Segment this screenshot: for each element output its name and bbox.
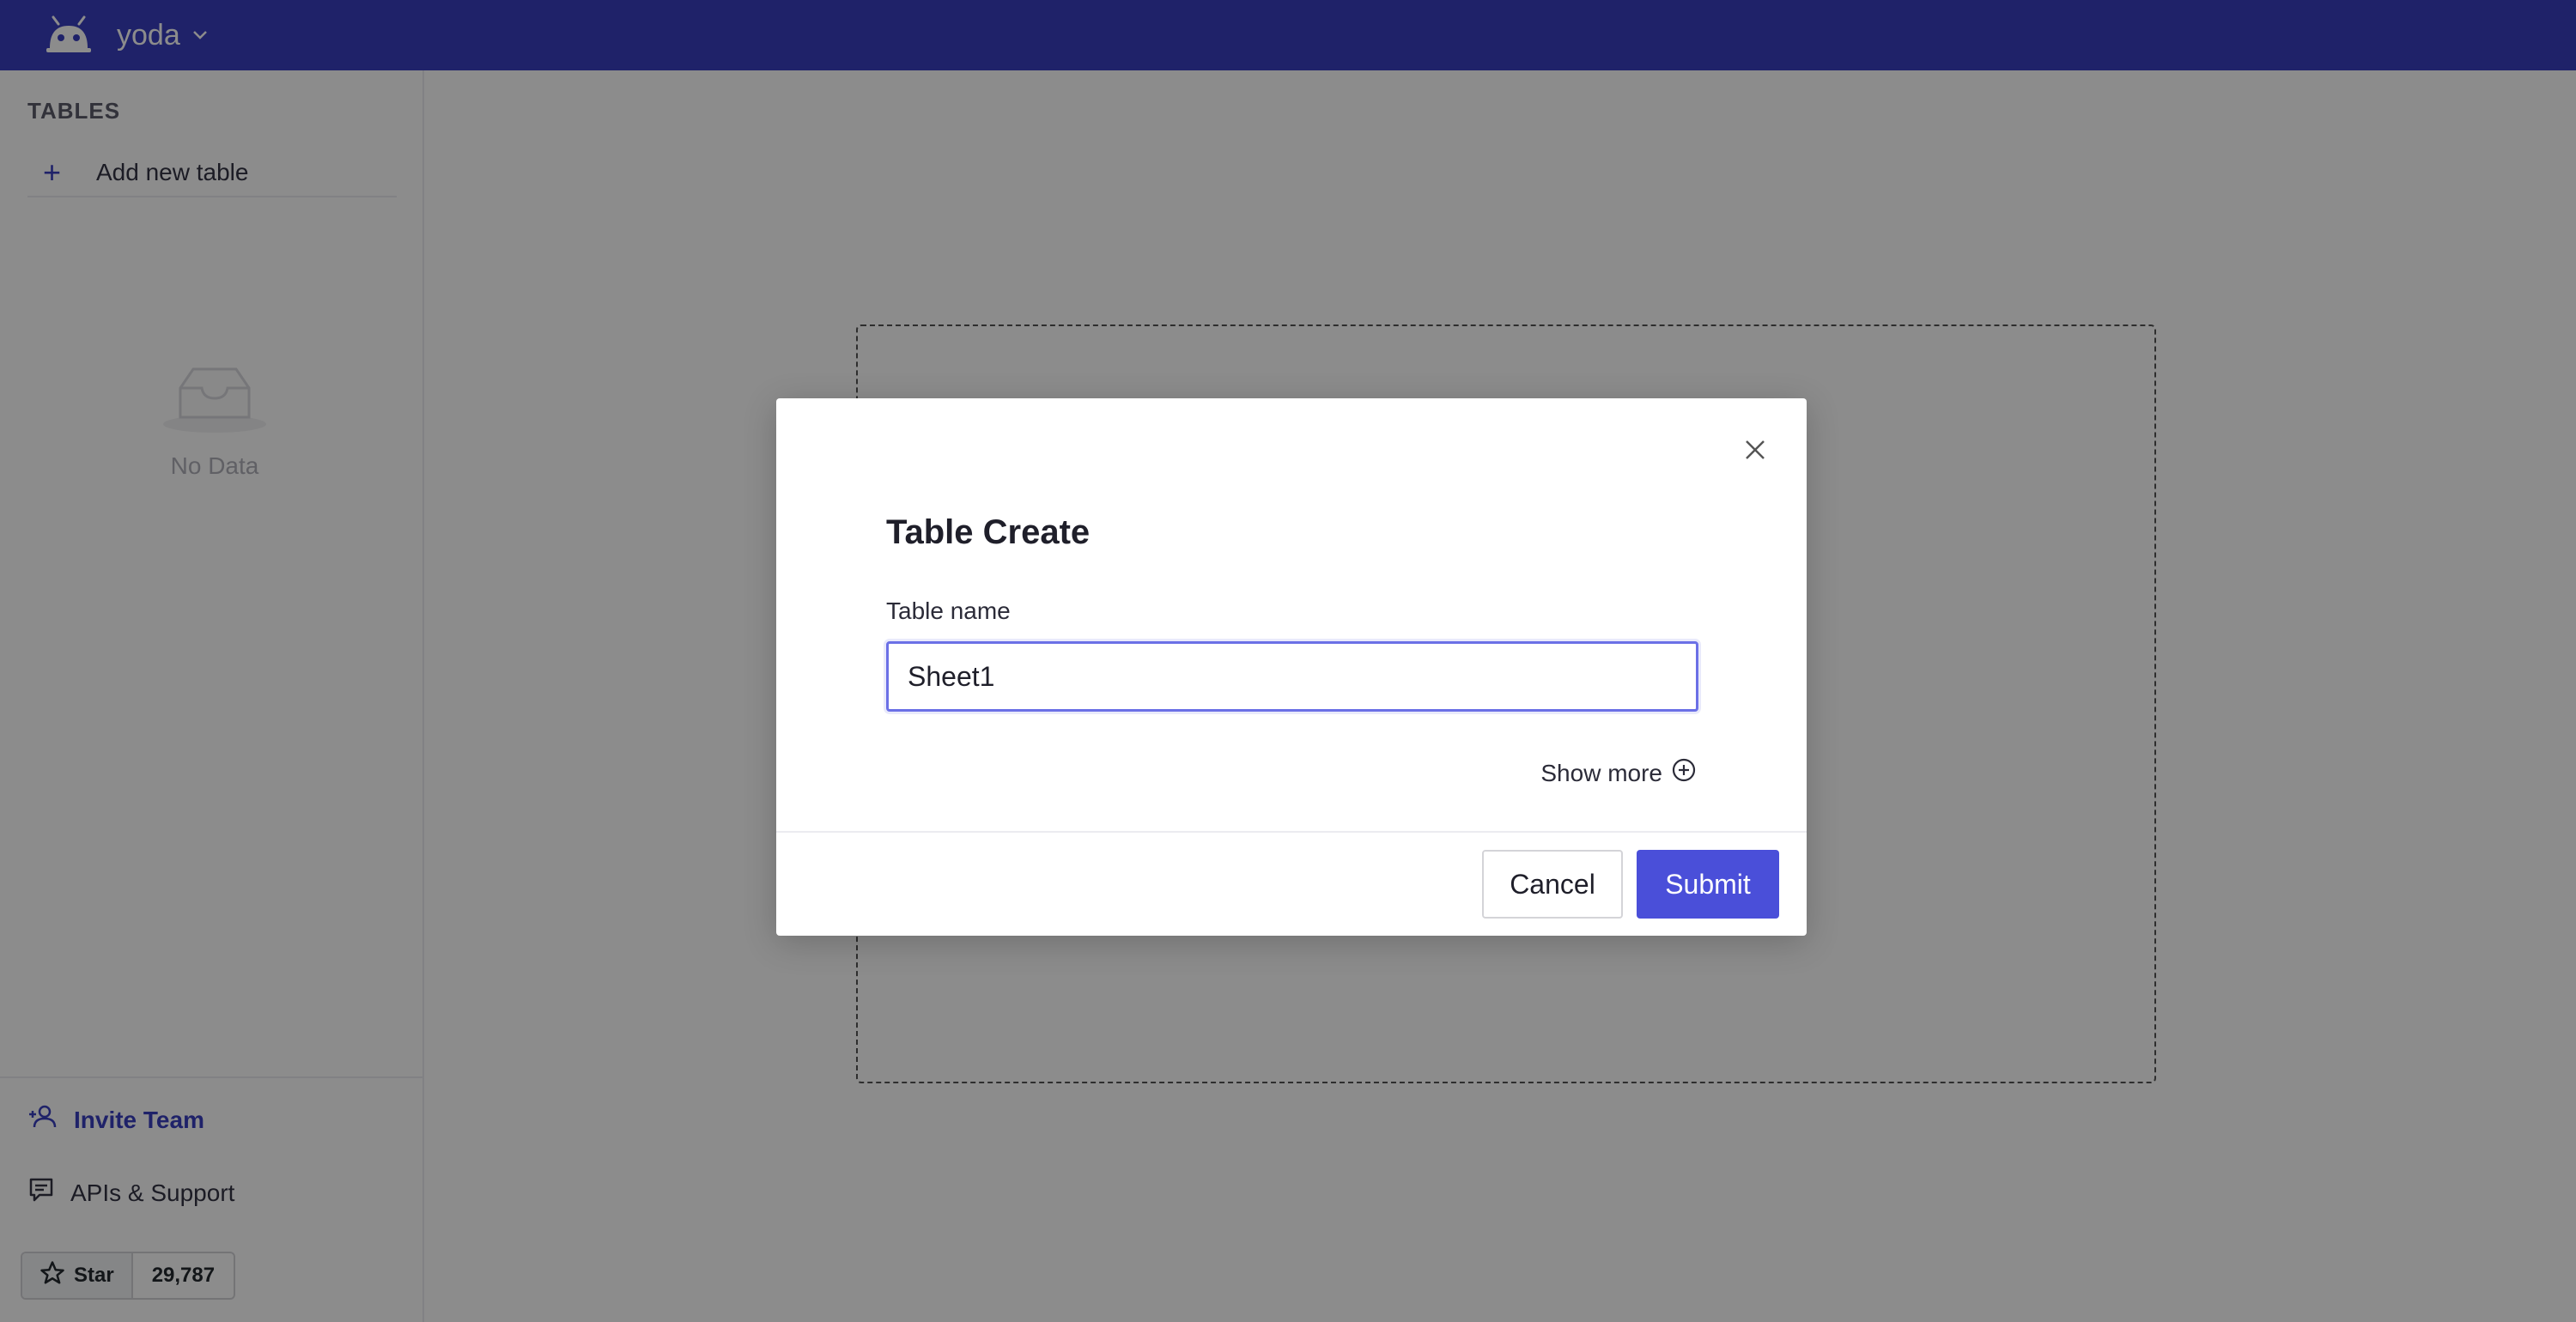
- submit-button[interactable]: Submit: [1637, 850, 1779, 919]
- table-name-input[interactable]: [886, 641, 1698, 712]
- table-create-modal: Table Create Table name Show more Cancel…: [776, 398, 1807, 936]
- show-more-label: Show more: [1540, 759, 1662, 786]
- cancel-button[interactable]: Cancel: [1482, 850, 1623, 919]
- app-root: yoda TABLES + Add new table No Data Invi…: [0, 0, 2576, 1322]
- plus-circle-icon: [1662, 757, 1697, 789]
- modal-title: Table Create: [886, 513, 1091, 551]
- table-name-label: Table name: [886, 597, 1011, 624]
- close-icon[interactable]: [1738, 433, 1772, 467]
- show-more-button[interactable]: Show more: [1540, 757, 1697, 789]
- modal-footer-divider: [776, 831, 1807, 833]
